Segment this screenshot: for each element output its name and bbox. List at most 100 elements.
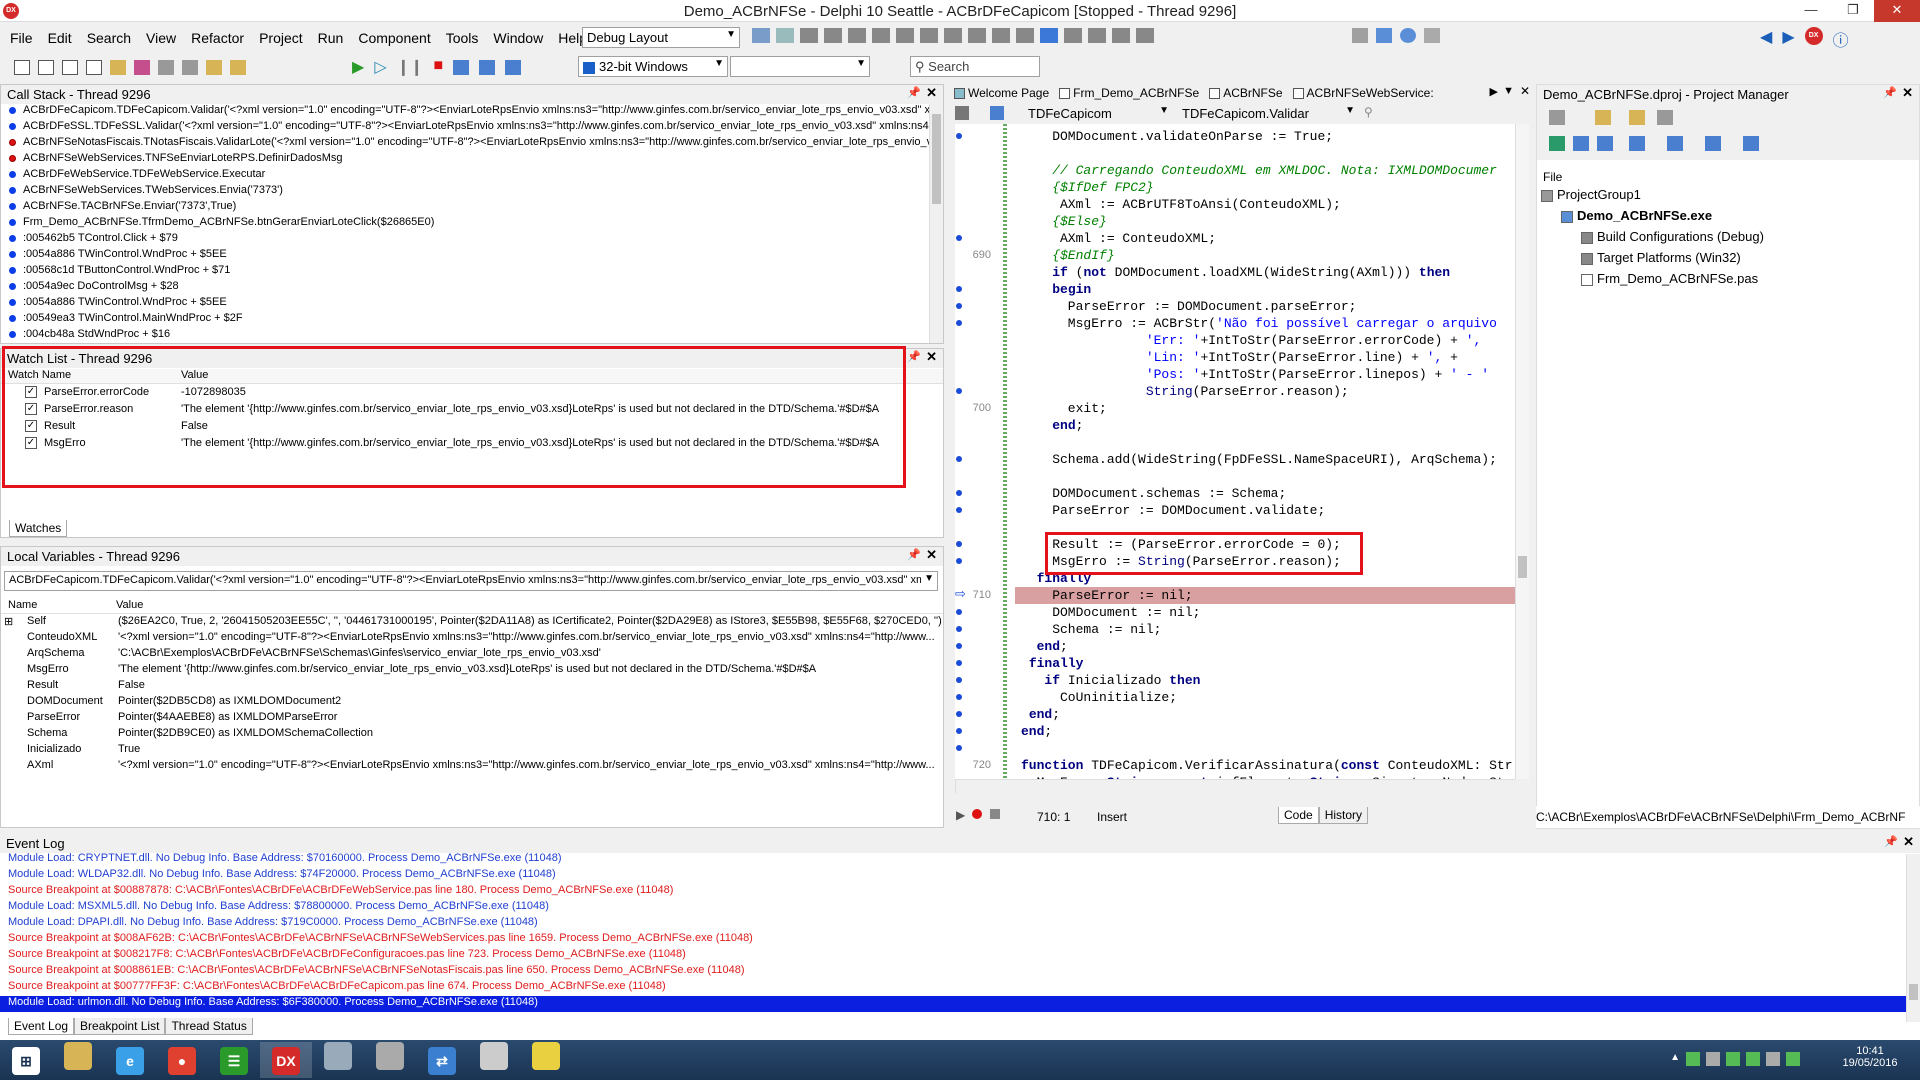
grid-icon[interactable] xyxy=(1040,28,1058,43)
locals-col-value[interactable]: Value xyxy=(116,599,143,611)
tab-breakpoint-list[interactable]: Breakpoint List xyxy=(74,1018,166,1035)
maximize-button[interactable]: ❐ xyxy=(1832,0,1874,22)
call-stack-row[interactable]: ACBrNFSeWebServices.TWebServices.Envia('… xyxy=(1,184,929,200)
tray-app-icon[interactable] xyxy=(1746,1052,1760,1066)
project-tree-item[interactable]: Build Configurations (Debug) xyxy=(1581,229,1764,244)
taskbar-notepad-icon[interactable] xyxy=(312,1042,364,1078)
breakpoint-dot-icon[interactable] xyxy=(956,490,962,496)
menu-tools[interactable]: Tools xyxy=(446,30,479,46)
pin-icon[interactable]: 📌 xyxy=(907,350,921,363)
tab-scroll-right-icon[interactable]: ▶ xyxy=(1490,85,1498,98)
breakpoint-dot-icon[interactable] xyxy=(956,677,962,683)
new-icon[interactable] xyxy=(14,60,30,75)
trace-into-icon[interactable] xyxy=(479,60,496,75)
tab-code[interactable]: Code xyxy=(1278,807,1319,824)
options-icon[interactable] xyxy=(1743,136,1759,151)
method-combo[interactable]: TDFeCapicom.Validar ▼ xyxy=(1178,104,1358,123)
menu-run[interactable]: Run xyxy=(318,30,344,46)
close-icon[interactable]: ✕ xyxy=(1903,834,1914,850)
breakpoint-dot-icon[interactable] xyxy=(956,133,962,139)
save-all-icon[interactable] xyxy=(158,60,174,75)
code-editor[interactable]: DOMDocument.validateOnParse := True; // … xyxy=(1015,124,1515,779)
event-log-row[interactable]: Module Load: DPAPI.dll. No Debug Info. B… xyxy=(0,916,538,932)
layout-combo[interactable]: Debug Layout ▼ xyxy=(582,27,740,48)
tray-volume-icon[interactable] xyxy=(1766,1052,1780,1066)
align-icon[interactable] xyxy=(848,28,866,43)
editor-tab[interactable]: Frm_Demo_ACBrNFSe xyxy=(1059,86,1199,100)
taskbar-ie-icon[interactable]: e xyxy=(104,1042,156,1078)
align-icon[interactable] xyxy=(800,28,818,43)
event-log-row[interactable]: Module Load: CRYPTNET.dll. No Debug Info… xyxy=(0,852,562,868)
breakpoint-dot-icon[interactable] xyxy=(956,711,962,717)
menu-edit[interactable]: Edit xyxy=(48,30,72,46)
close-icon[interactable]: ✕ xyxy=(926,85,937,101)
local-variable-row[interactable]: ParseError Pointer($4AAEBE8) as IXMLDOMPa… xyxy=(1,711,943,727)
align-icon[interactable] xyxy=(992,28,1010,43)
tray-app-icon[interactable] xyxy=(1686,1052,1700,1066)
taskbar-paint-icon[interactable] xyxy=(468,1042,520,1078)
feedback-icon[interactable] xyxy=(1424,28,1440,43)
call-stack-row[interactable]: :004cb48a StdWndProc + $16 xyxy=(1,328,929,344)
tab-watches[interactable]: Watches xyxy=(9,520,68,537)
event-log-row[interactable]: Source Breakpoint at $008AF62B: C:\ACBr\… xyxy=(0,932,753,948)
play-macro-icon[interactable]: ▶ xyxy=(956,808,965,822)
pin-icon[interactable]: 📌 xyxy=(1884,835,1898,848)
local-variable-row[interactable]: ⊞ Self ($26EA2C0, True, 2, '26041505203EE5… xyxy=(1,615,943,631)
breakpoint-dot-icon[interactable] xyxy=(956,388,962,394)
call-stack-row[interactable]: :0054a886 TWinControl.WndProc + $5EE xyxy=(1,296,929,312)
breakpoint-dot-icon[interactable] xyxy=(956,286,962,292)
call-stack-row[interactable]: ACBrNFSeNotasFiscais.TNotasFiscais.Valid… xyxy=(1,136,929,152)
menu-refactor[interactable]: Refactor xyxy=(191,30,244,46)
local-variable-row[interactable]: AXml '<?xml version="1.0" encoding="UTF-8… xyxy=(1,759,943,775)
remove-file-icon[interactable] xyxy=(230,60,246,75)
project-tree-item[interactable]: Frm_Demo_ACBrNFSe.pas xyxy=(1581,271,1758,286)
align-icon[interactable] xyxy=(872,28,890,43)
taskbar-delphi-dx-icon[interactable]: DX xyxy=(260,1042,312,1078)
open-icon[interactable] xyxy=(110,60,126,75)
event-log-row[interactable]: Module Load: urlmon.dll. No Debug Info. … xyxy=(0,996,1906,1012)
locals-col-name[interactable]: Name xyxy=(8,599,37,611)
window-icon[interactable] xyxy=(776,28,794,43)
taskbar-explorer-icon[interactable] xyxy=(52,1042,104,1078)
local-variable-row[interactable]: Inicializado True xyxy=(1,743,943,759)
align-icon[interactable] xyxy=(1088,28,1106,43)
taskbar-delphi7-icon[interactable] xyxy=(520,1042,572,1078)
project-tree-item[interactable]: Target Platforms (Win32) xyxy=(1581,250,1741,265)
event-log-row[interactable]: Source Breakpoint at $008861EB: C:\ACBr\… xyxy=(0,964,745,980)
tray-expand-icon[interactable]: ▲ xyxy=(1670,1052,1680,1066)
align-icon[interactable] xyxy=(968,28,986,43)
pin-icon[interactable]: 📌 xyxy=(907,86,921,99)
breakpoint-dot-icon[interactable] xyxy=(956,694,962,700)
info-icon[interactable]: ⓘ xyxy=(1833,27,1849,51)
call-stack-row[interactable]: Frm_Demo_ACBrNFSe.TfrmDemo_ACBrNFSe.btnG… xyxy=(1,216,929,232)
expand-icon[interactable] xyxy=(1573,136,1589,151)
close-icon[interactable]: ✕ xyxy=(926,547,937,563)
local-variable-row[interactable]: MsgErro 'The element '{http://www.ginfes.… xyxy=(1,663,943,679)
calendar-icon[interactable] xyxy=(1376,28,1392,43)
align-icon[interactable] xyxy=(1064,28,1082,43)
event-log-scrollbar[interactable] xyxy=(1906,854,1920,1022)
close-icon[interactable]: ✕ xyxy=(1902,85,1913,101)
tray-app-icon[interactable] xyxy=(1726,1052,1740,1066)
local-variable-row[interactable]: ArqSchema 'C:\ACBr\Exemplos\ACBrDFe\ACBrN… xyxy=(1,647,943,663)
local-variable-row[interactable]: ConteudoXML '<?xml version="1.0" encoding… xyxy=(1,631,943,647)
project-tree-item[interactable]: Demo_ACBrNFSe.exe xyxy=(1561,208,1712,223)
breakpoint-dot-icon[interactable] xyxy=(956,609,962,615)
pause-icon[interactable]: ❙❙ xyxy=(397,57,424,77)
taskbar-start-icon[interactable]: ⊞ xyxy=(0,1042,52,1078)
run-to-cursor-icon[interactable] xyxy=(505,60,522,75)
pin-icon[interactable]: 📌 xyxy=(907,548,921,561)
sort-icon[interactable] xyxy=(1629,136,1645,151)
class-icon[interactable] xyxy=(990,106,1004,120)
run-without-debug-icon[interactable]: ▷ xyxy=(374,57,386,77)
layout-icon[interactable] xyxy=(752,28,770,43)
breakpoint-dot-icon[interactable] xyxy=(956,507,962,513)
local-variable-row[interactable]: Schema Pointer($2DB9CE0) as IXMLDOMSchema… xyxy=(1,727,943,743)
add-project-icon[interactable] xyxy=(1595,110,1611,125)
event-log-row[interactable]: Source Breakpoint at $00887878: C:\ACBr\… xyxy=(0,884,673,900)
taskbar-app-icon[interactable] xyxy=(364,1042,416,1078)
tab-event-log[interactable]: Event Log xyxy=(8,1018,75,1035)
breakpoint-dot-icon[interactable] xyxy=(956,541,962,547)
tab-thread-status[interactable]: Thread Status xyxy=(165,1018,253,1035)
local-variable-row[interactable]: DOMDocument Pointer($2DB5CD8) as IXMLDOMD… xyxy=(1,695,943,711)
